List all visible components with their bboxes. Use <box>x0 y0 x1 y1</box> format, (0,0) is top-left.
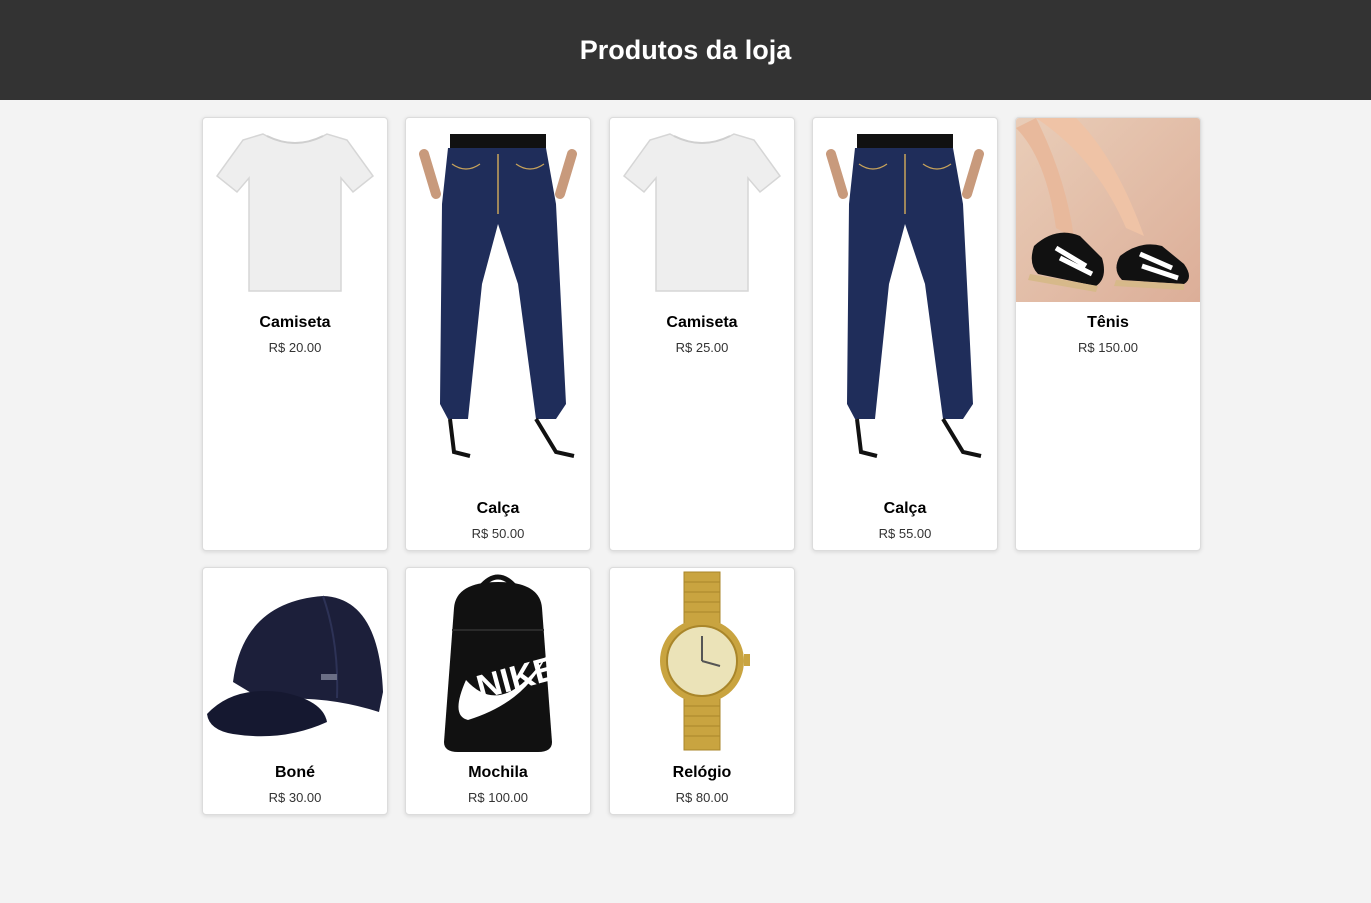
product-card[interactable]: Relógio R$ 80.00 <box>609 567 795 815</box>
page-header: Produtos da loja <box>0 0 1371 100</box>
product-price: R$ 30.00 <box>268 790 322 805</box>
product-card[interactable]: Calça R$ 50.00 <box>405 117 591 551</box>
product-card[interactable]: Tênis R$ 150.00 <box>1015 117 1201 551</box>
product-price: R$ 100.00 <box>468 790 528 805</box>
product-name: Camiseta <box>666 314 738 331</box>
watch-icon <box>610 570 794 754</box>
product-name: Tênis <box>1087 314 1129 331</box>
product-name: Boné <box>275 764 315 781</box>
product-name: Mochila <box>468 764 528 781</box>
product-card[interactable]: Camiseta R$ 20.00 <box>202 117 388 551</box>
product-price: R$ 55.00 <box>878 526 932 541</box>
tshirt-icon <box>610 126 794 296</box>
product-card[interactable]: NIKE Mochila R$ 100.00 <box>405 567 591 815</box>
jeans-icon <box>406 134 590 474</box>
backpack-icon: NIKE <box>406 570 590 754</box>
jeans-icon <box>813 134 997 474</box>
product-price: R$ 50.00 <box>471 526 525 541</box>
product-price: R$ 25.00 <box>675 340 729 355</box>
product-card[interactable]: Calça R$ 55.00 <box>812 117 998 551</box>
product-name: Calça <box>883 500 927 517</box>
product-name: Relógio <box>672 764 732 781</box>
product-card[interactable]: Boné R$ 30.00 <box>202 567 388 815</box>
sneakers-icon <box>1016 118 1200 302</box>
product-price: R$ 80.00 <box>675 790 729 805</box>
product-name: Calça <box>476 500 520 517</box>
cap-icon <box>203 582 387 752</box>
tshirt-icon <box>203 126 387 296</box>
product-card[interactable]: Camiseta R$ 25.00 <box>609 117 795 551</box>
page-title: Produtos da loja <box>579 34 792 65</box>
product-price: R$ 150.00 <box>1078 340 1138 355</box>
product-price: R$ 20.00 <box>268 340 322 355</box>
product-name: Camiseta <box>259 314 331 331</box>
